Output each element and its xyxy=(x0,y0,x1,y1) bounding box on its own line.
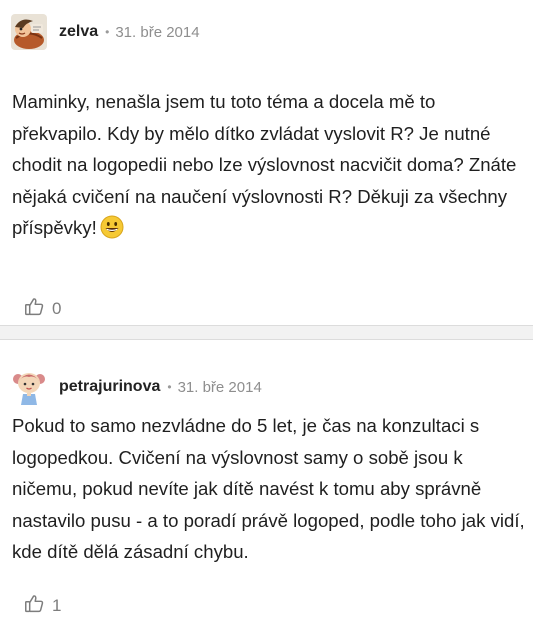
thumbs-up-icon xyxy=(24,296,45,322)
girl-avatar-icon[interactable] xyxy=(11,369,47,405)
like-button[interactable]: 0 xyxy=(24,296,61,322)
thumbs-up-icon xyxy=(24,593,45,619)
comment-text: Pokud to samo nezvládne do 5 let, je čas… xyxy=(12,415,525,562)
like-count: 0 xyxy=(52,299,62,318)
post-divider xyxy=(0,325,533,340)
comment-header: zelva • 31. bře 2014 xyxy=(11,14,200,50)
grinning-face-emoji xyxy=(100,215,124,249)
comment-post: petrajurinova • 31. bře 2014 Pokud to sa… xyxy=(0,339,533,637)
like-button[interactable]: 1 xyxy=(24,593,61,619)
comment-text: Maminky, nenašla jsem tu toto téma a doc… xyxy=(12,86,525,249)
author-name[interactable]: zelva xyxy=(59,23,98,41)
post-date: 31. bře 2014 xyxy=(177,378,262,396)
comment-post: zelva • 31. bře 2014 Maminky, nenašla js… xyxy=(0,0,533,325)
turtle-avatar-icon[interactable] xyxy=(11,14,47,50)
like-count: 1 xyxy=(52,596,62,615)
comment-text-content: Maminky, nenašla jsem tu toto téma a doc… xyxy=(12,91,517,238)
meta-separator: • xyxy=(167,380,172,394)
meta-separator: • xyxy=(105,25,110,39)
post-date: 31. bře 2014 xyxy=(115,23,200,41)
comment-header: petrajurinova • 31. bře 2014 xyxy=(11,369,262,405)
author-name[interactable]: petrajurinova xyxy=(59,378,160,396)
